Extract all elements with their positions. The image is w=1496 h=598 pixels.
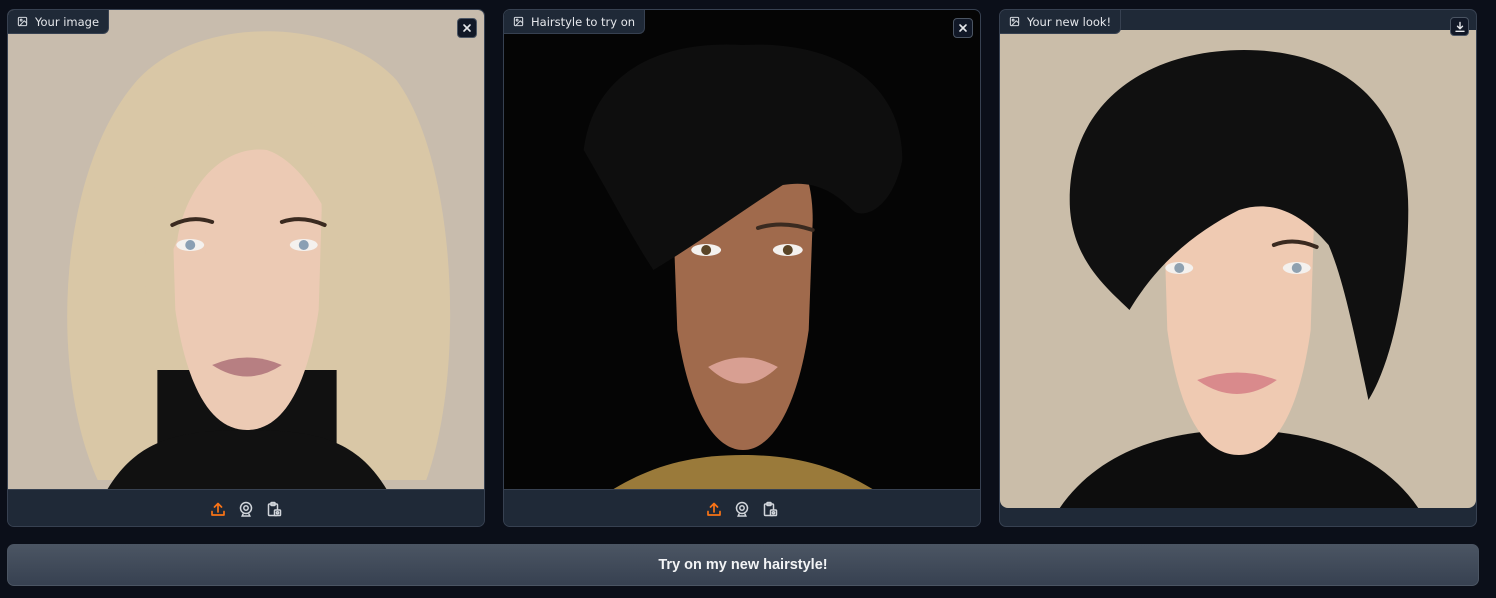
portrait-image bbox=[8, 10, 484, 489]
image-label-text: Your new look! bbox=[1027, 14, 1112, 29]
clear-image-button[interactable] bbox=[953, 18, 973, 38]
image-icon bbox=[17, 16, 28, 27]
portrait-image bbox=[504, 10, 980, 489]
paste-clipboard-button[interactable] bbox=[761, 500, 779, 518]
portrait-image bbox=[1000, 30, 1476, 508]
upload-icon bbox=[707, 502, 721, 516]
close-icon bbox=[959, 24, 967, 32]
image-display[interactable] bbox=[8, 10, 484, 489]
image-icon bbox=[513, 16, 524, 27]
clear-image-button[interactable] bbox=[457, 18, 477, 38]
image-source-toolbar bbox=[504, 489, 980, 526]
image-panel-hairstyle: Hairstyle to try on bbox=[503, 9, 981, 527]
image-label-text: Your image bbox=[35, 14, 100, 29]
image-icon bbox=[1009, 16, 1020, 27]
upload-icon bbox=[211, 502, 225, 516]
webcam-button[interactable] bbox=[733, 500, 751, 518]
image-label-text: Hairstyle to try on bbox=[531, 14, 636, 29]
upload-button[interactable] bbox=[705, 500, 723, 518]
upload-button[interactable] bbox=[209, 500, 227, 518]
try-on-hairstyle-button[interactable]: Try on my new hairstyle! bbox=[7, 544, 1479, 586]
image-label-tag: Your new look! bbox=[1000, 10, 1122, 34]
image-source-toolbar bbox=[8, 489, 484, 526]
paste-clipboard-button[interactable] bbox=[265, 500, 283, 518]
image-display bbox=[1000, 30, 1476, 508]
image-panel-result: Your new look! bbox=[999, 9, 1477, 527]
image-display[interactable] bbox=[504, 10, 980, 489]
image-panel-your-image: Your image bbox=[7, 9, 485, 527]
image-label-tag: Hairstyle to try on bbox=[504, 10, 646, 34]
clipboard-icon bbox=[763, 501, 778, 517]
image-label-tag: Your image bbox=[8, 10, 110, 34]
webcam-icon bbox=[735, 501, 749, 517]
download-icon bbox=[1454, 21, 1465, 32]
close-icon bbox=[463, 24, 471, 32]
webcam-icon bbox=[239, 501, 253, 517]
clipboard-icon bbox=[267, 501, 282, 517]
webcam-button[interactable] bbox=[237, 500, 255, 518]
download-button[interactable] bbox=[1450, 17, 1469, 36]
